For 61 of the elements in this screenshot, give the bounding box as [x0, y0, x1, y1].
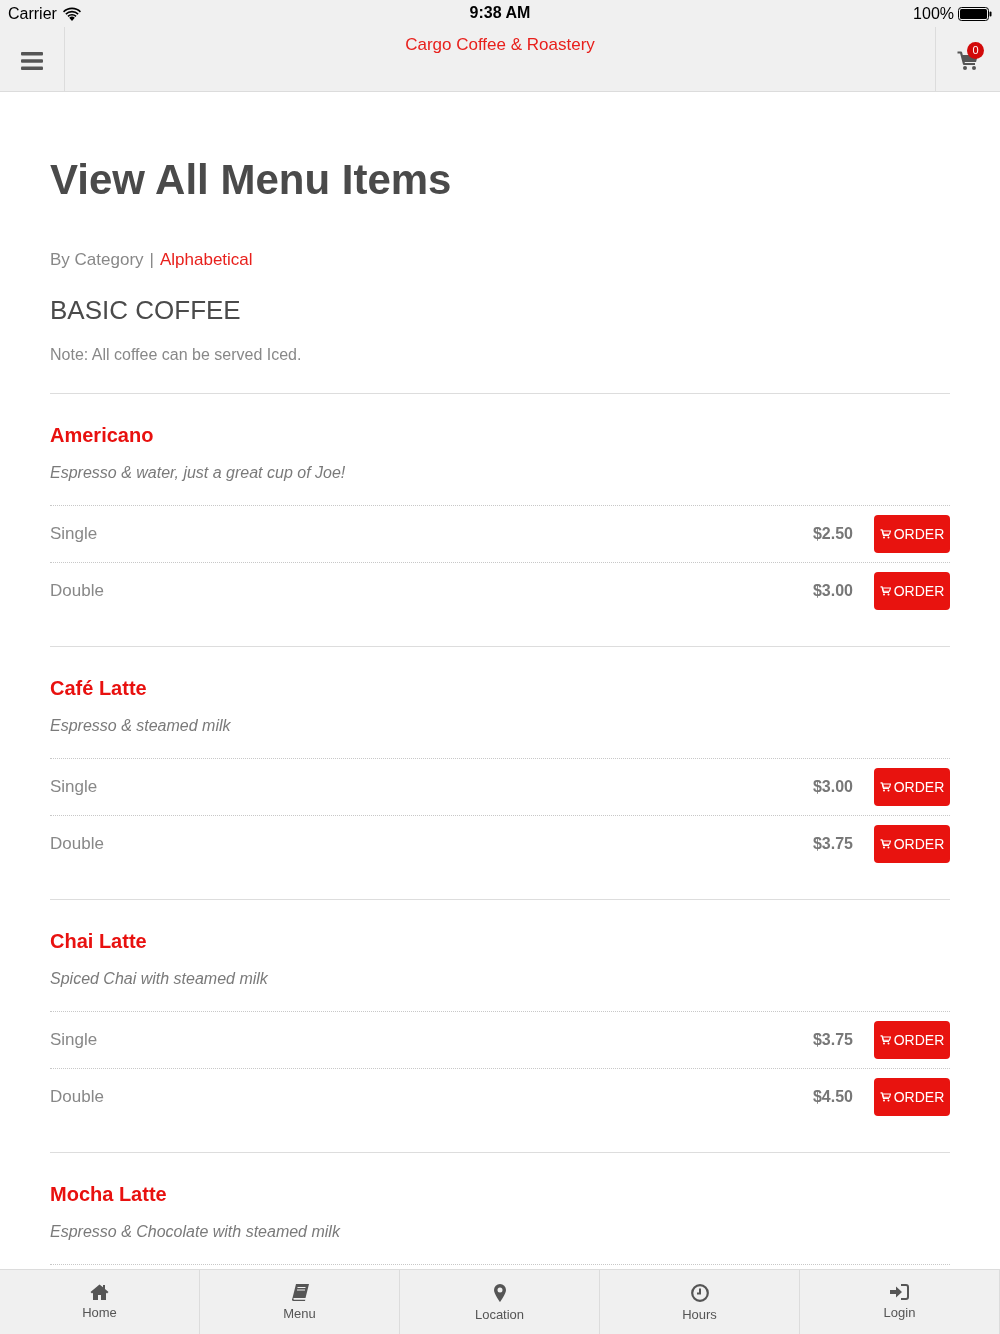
- sort-option-link[interactable]: By Category: [50, 248, 144, 272]
- carrier-text: Carrier: [8, 3, 57, 24]
- size-label: Single: [50, 523, 98, 546]
- size-label: Double: [50, 1086, 104, 1109]
- order-button[interactable]: ORDER: [874, 1078, 950, 1116]
- battery-icon: [958, 6, 992, 21]
- price-text: $3.00: [812, 581, 853, 601]
- item-name: Chai Latte: [50, 929, 148, 954]
- item-name: Mocha Latte: [50, 1182, 168, 1207]
- home-icon: [90, 1284, 109, 1300]
- tab-label: Location: [474, 1307, 525, 1323]
- size-label: Single: [50, 776, 98, 799]
- size-label: Double: [50, 833, 104, 856]
- cart-icon: [879, 1092, 891, 1102]
- wifi-icon: [62, 6, 81, 21]
- cart-icon: [879, 529, 891, 539]
- separator-text: |: [149, 249, 154, 271]
- item-name: Americano: [50, 423, 155, 448]
- app-title: Cargo Coffee & Roastery: [405, 34, 595, 56]
- sign-in-icon: [890, 1284, 909, 1300]
- tab-label: Home: [82, 1305, 117, 1321]
- page-title: View All Menu Items: [50, 155, 453, 205]
- tab-bar-item[interactable]: Location: [400, 1270, 600, 1334]
- tab-bar-item[interactable]: Menu: [200, 1270, 400, 1334]
- price-text: $3.75: [812, 1030, 853, 1050]
- item-description: Spiced Chai with steamed milk: [50, 969, 269, 989]
- cart-icon: [879, 1035, 891, 1045]
- order-button[interactable]: ORDER: [874, 1021, 950, 1059]
- price-text: $3.75: [812, 834, 853, 854]
- order-button[interactable]: ORDER: [874, 572, 950, 610]
- size-label: Double: [50, 580, 104, 603]
- price-text: $2.50: [812, 524, 853, 544]
- section-heading: BASIC COFFEE: [50, 294, 242, 326]
- section-note: Note: All coffee can be served Iced.: [50, 345, 303, 365]
- order-button[interactable]: ORDER: [874, 768, 950, 806]
- clock-text: 9:38 AM: [469, 3, 531, 23]
- menu-icon[interactable]: [21, 52, 43, 70]
- tab-bar-item[interactable]: Home: [0, 1270, 200, 1334]
- tab-label: Login: [883, 1305, 916, 1321]
- clock-icon: [690, 1284, 709, 1302]
- item-description: Espresso & steamed milk: [50, 716, 232, 736]
- item-description: Espresso & water, just a great cup of Joe!: [50, 463, 347, 483]
- battery-percent-text: 100%: [913, 3, 954, 24]
- tab-bar-item[interactable]: Login: [800, 1270, 1000, 1334]
- price-text: $4.50: [812, 1087, 853, 1107]
- map-pin-icon: [493, 1284, 506, 1302]
- price-text: $3.00: [812, 777, 853, 797]
- tab-label: Hours: [682, 1307, 717, 1323]
- cart-icon: [879, 839, 891, 849]
- item-description: Espresso & Chocolate with steamed milk: [50, 1222, 342, 1242]
- cart-icon: [879, 586, 891, 596]
- item-name: Café Latte: [50, 676, 148, 701]
- book-icon: [290, 1284, 309, 1301]
- order-button[interactable]: ORDER: [874, 825, 950, 863]
- order-button[interactable]: ORDER: [874, 515, 950, 553]
- tab-bar-item[interactable]: Hours: [600, 1270, 800, 1334]
- cart-count-badge: 0: [967, 42, 984, 59]
- cart-icon: [879, 782, 891, 792]
- size-label: Single: [50, 1029, 98, 1052]
- sort-option-link[interactable]: Alphabetical: [159, 248, 253, 272]
- tab-label: Menu: [283, 1306, 316, 1322]
